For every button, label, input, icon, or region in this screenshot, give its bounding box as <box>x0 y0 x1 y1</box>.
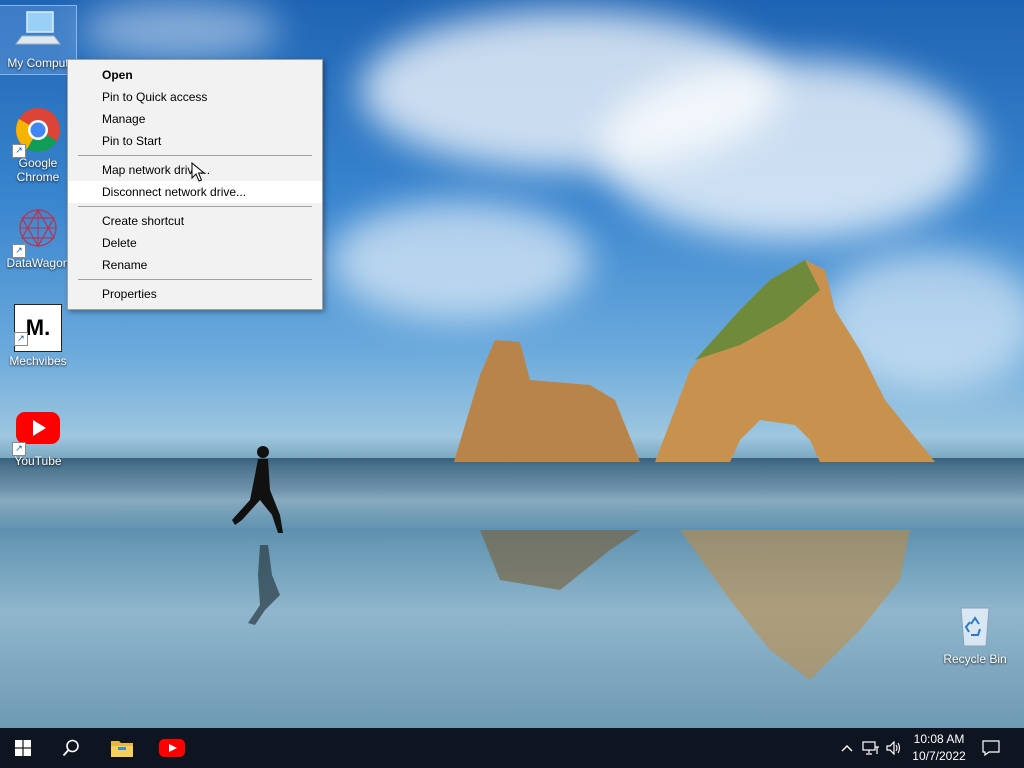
mouse-cursor-icon <box>191 162 205 182</box>
tray-volume[interactable] <box>884 728 904 768</box>
computer-icon <box>14 6 62 54</box>
file-explorer-icon <box>111 741 133 757</box>
tray-network[interactable] <box>860 728 882 768</box>
youtube-icon: ↗ <box>12 404 62 456</box>
tray-show-hidden[interactable] <box>838 728 856 768</box>
context-menu: Open Pin to Quick access Manage Pin to S… <box>67 59 323 310</box>
action-center-button[interactable] <box>978 728 1004 768</box>
clock-time: 10:08 AM <box>913 732 965 746</box>
search-button[interactable] <box>48 728 94 768</box>
windows-logo-icon <box>15 740 31 756</box>
start-button[interactable] <box>0 728 46 768</box>
chevron-up-icon <box>841 745 853 752</box>
volume-icon <box>886 741 901 755</box>
taskbar-file-explorer[interactable] <box>99 728 145 768</box>
shortcut-arrow-icon: ↗ <box>14 332 28 346</box>
menu-item-open[interactable]: Open <box>68 64 322 86</box>
desktop-icon-my-computer[interactable]: My Comput <box>0 5 77 75</box>
notification-icon <box>982 740 1000 756</box>
desktop-icon-youtube[interactable]: ↗ YouTube <box>0 404 76 468</box>
chrome-icon: ↗ <box>12 106 62 158</box>
taskbar-youtube[interactable] <box>149 728 195 768</box>
menu-separator <box>78 279 312 280</box>
shortcut-arrow-icon: ↗ <box>12 442 26 456</box>
menu-item-rename[interactable]: Rename <box>68 254 322 276</box>
youtube-icon <box>159 739 185 757</box>
desktop-icon-recycle-bin[interactable]: Recycle Bin <box>937 602 1013 666</box>
desktop-icon-datawagon[interactable]: ↗ DataWagon <box>0 206 76 270</box>
shortcut-arrow-icon: ↗ <box>12 144 26 158</box>
desktop-icon-google-chrome[interactable]: ↗ Google Chrome <box>0 106 76 184</box>
desktop-icon-mechvibes[interactable]: M. ↗ Mechvibes <box>0 304 76 368</box>
menu-item-delete[interactable]: Delete <box>68 232 322 254</box>
datawagon-icon: ↗ <box>12 206 62 258</box>
menu-separator <box>78 206 312 207</box>
wallpaper-runner <box>232 446 283 625</box>
menu-item-pin-quick-access[interactable]: Pin to Quick access <box>68 86 322 108</box>
menu-item-manage[interactable]: Manage <box>68 108 322 130</box>
search-icon <box>62 739 79 757</box>
shortcut-arrow-icon: ↗ <box>12 244 26 258</box>
recycle-bin-icon <box>951 602 999 650</box>
menu-item-pin-to-start[interactable]: Pin to Start <box>68 130 322 152</box>
wallpaper-rocks <box>454 260 935 680</box>
network-icon <box>862 741 879 755</box>
menu-separator <box>78 155 312 156</box>
menu-item-create-shortcut[interactable]: Create shortcut <box>68 210 322 232</box>
menu-item-disconnect-network-drive[interactable]: Disconnect network drive... <box>68 181 322 203</box>
taskbar: 10:08 AM 10/7/2022 <box>0 728 1024 768</box>
menu-item-properties[interactable]: Properties <box>68 283 322 305</box>
taskbar-clock[interactable]: 10:08 AM 10/7/2022 <box>906 731 972 765</box>
clock-date: 10/7/2022 <box>912 749 966 763</box>
